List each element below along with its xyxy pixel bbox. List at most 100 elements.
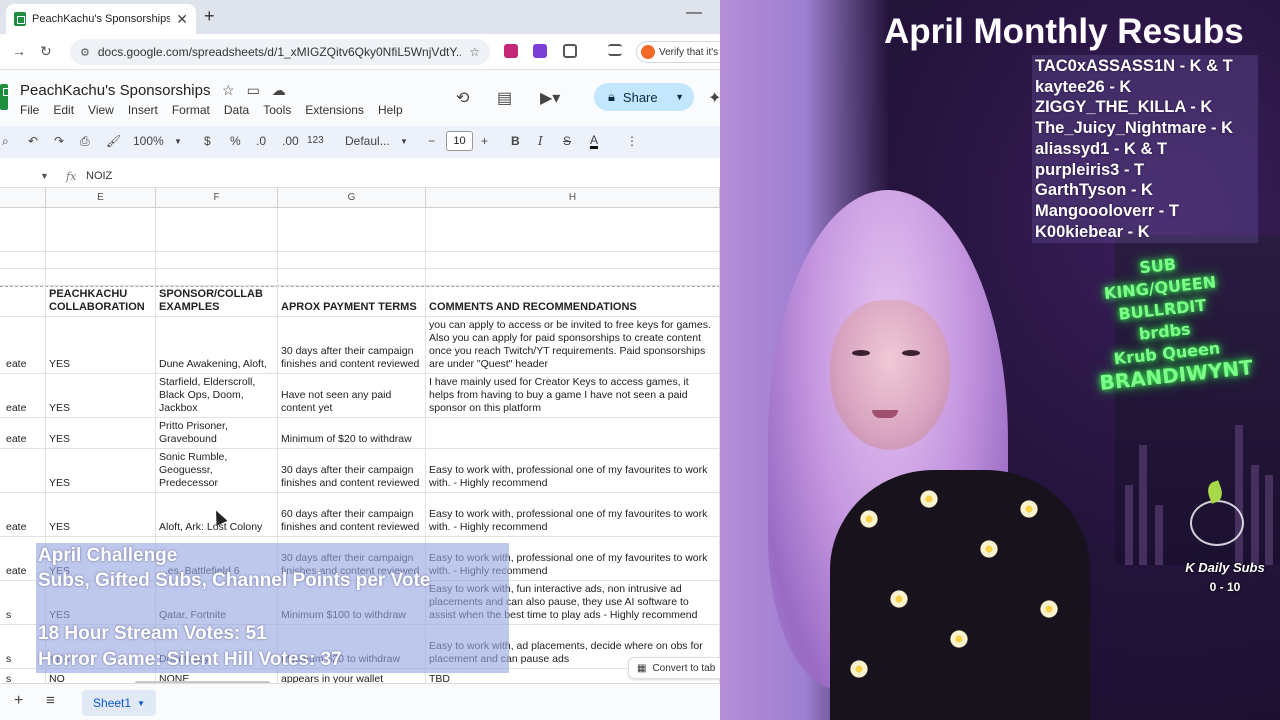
minimize-icon[interactable]: — <box>686 4 702 22</box>
table-cell-g[interactable]: 30 days after their campaign finishes an… <box>278 449 426 492</box>
header-cell[interactable]: COMMENTS AND RECOMMENDATIONS <box>426 286 720 316</box>
table-cell-e[interactable]: YES <box>46 317 156 373</box>
add-sheet-icon[interactable]: + <box>14 692 23 710</box>
font-size-input[interactable]: 10 <box>446 131 473 151</box>
doc-title[interactable]: PeachKachu's Sponsorships <box>20 82 210 99</box>
italic-icon[interactable]: I <box>538 134 543 148</box>
column-header-h[interactable]: H <box>426 188 720 208</box>
chevron-down-icon[interactable]: ▼ <box>40 171 49 181</box>
share-button[interactable]: 🔒︎ Share ▼ <box>594 83 694 111</box>
comments-icon[interactable]: ▤ <box>497 88 512 108</box>
all-sheets-icon[interactable]: ≡ <box>46 692 55 709</box>
menu-file[interactable]: File <box>20 103 39 117</box>
site-info-icon[interactable]: ⚙ <box>80 46 90 59</box>
omnibox[interactable]: ⚙ docs.google.com/spreadsheets/d/1_xMIGZ… <box>70 39 490 65</box>
new-tab-icon[interactable]: + <box>204 6 215 27</box>
bold-icon[interactable]: B <box>511 134 520 148</box>
chevron-down-icon[interactable]: ▼ <box>137 699 145 708</box>
row-cut-cell[interactable]: eate <box>0 418 46 448</box>
table-cell-g[interactable]: Have not seen any paid content yet <box>278 374 426 417</box>
header-cell[interactable]: SPONSOR/COLLAB EXAMPLES <box>156 286 278 316</box>
resub-entry: The_Juicy_Nightmare - K <box>1035 119 1234 138</box>
row-header-corner[interactable] <box>0 188 46 208</box>
redo-icon[interactable]: ↷ <box>54 134 64 148</box>
header-cell[interactable]: APROX PAYMENT TERMS <box>278 286 426 316</box>
row-cut-cell[interactable]: eate <box>0 374 46 417</box>
more-options-icon[interactable]: ⋮ <box>626 134 638 148</box>
decrease-decimal-button[interactable]: .0 <box>256 134 266 148</box>
sheets-logo-icon[interactable] <box>0 84 11 110</box>
meet-icon[interactable]: ▶▾ <box>540 88 560 108</box>
table-cell-h[interactable]: you can apply to access or be invited to… <box>426 317 720 373</box>
column-header-g[interactable]: G <box>278 188 426 208</box>
chevron-down-icon[interactable]: ▼ <box>675 92 684 102</box>
tab-close-icon[interactable]: ✕ <box>176 11 188 28</box>
table-cell-e[interactable]: YES <box>46 449 156 492</box>
menu-edit[interactable]: Edit <box>53 103 74 117</box>
table-cell-f[interactable]: Pritto Prisoner, Gravebound <box>156 418 278 448</box>
decrease-font-icon[interactable]: − <box>428 134 435 148</box>
extension-icon[interactable] <box>504 44 518 58</box>
chevron-down-icon[interactable]: ▼ <box>400 137 408 146</box>
chevron-down-icon[interactable]: ▼ <box>174 137 182 146</box>
table-cell-g[interactable]: 60 days after their campaign finishes an… <box>278 493 426 536</box>
number-format-button[interactable]: 123 <box>307 135 324 146</box>
table-cell-h[interactable]: Easy to work with, professional one of m… <box>426 449 720 492</box>
menu-view[interactable]: View <box>88 103 114 117</box>
menu-help[interactable]: Help <box>378 103 403 117</box>
table-cell-h[interactable] <box>426 418 720 448</box>
table-cell-f[interactable]: Dune Awakening, Aloft, <box>156 317 278 373</box>
table-cell-f[interactable]: Starfield, Elderscroll, Black Ops, Doom,… <box>156 374 278 417</box>
menu-data[interactable]: Data <box>224 103 249 117</box>
menu-extensions[interactable]: Extensions <box>305 103 364 117</box>
browser-tab[interactable]: PeachKachu's Sponsorships - G ✕ <box>6 4 196 34</box>
paint-format-icon[interactable]: 🖌︎ <box>106 134 121 148</box>
row-cut-cell[interactable] <box>0 449 46 492</box>
convert-to-table-button[interactable]: ▦ Convert to tab <box>628 657 720 679</box>
star-icon[interactable]: ☆ <box>222 82 235 99</box>
print-icon[interactable]: ⎙ <box>80 134 90 149</box>
currency-button[interactable]: $ <box>204 134 211 148</box>
column-header-f[interactable]: F <box>156 188 278 208</box>
search-menus-icon[interactable]: ⌕ <box>2 134 9 149</box>
formula-input[interactable]: NOIZ <box>86 170 112 182</box>
sheet-tab[interactable]: Sheet1 ▼ <box>82 690 156 716</box>
text-color-icon[interactable]: A <box>590 134 599 149</box>
cloud-status-icon[interactable]: ☁ <box>272 82 286 99</box>
font-select[interactable]: Defaul... <box>345 134 390 148</box>
verify-chip[interactable]: Verify that it's <box>636 41 720 63</box>
table-cell-h[interactable]: Easy to work with, professional one of m… <box>426 493 720 536</box>
table-cell-g[interactable]: 30 days after their campaign finishes an… <box>278 317 426 373</box>
undo-icon[interactable]: ↶ <box>28 134 38 148</box>
row-cut-cell[interactable]: eate <box>0 493 46 536</box>
percent-button[interactable]: % <box>230 134 241 148</box>
bookmark-star-icon[interactable]: ☆ <box>469 45 480 59</box>
resub-entry: TAC0xASSASS1N - K & T <box>1035 57 1233 75</box>
reload-icon[interactable]: ↻ <box>40 43 52 60</box>
table-cell-e[interactable]: YES <box>46 493 156 536</box>
table-cell-e[interactable]: YES <box>46 374 156 417</box>
strikethrough-icon[interactable]: S <box>563 134 571 148</box>
header-cell[interactable]: PEACHKACHU COLLABORATION <box>46 286 156 316</box>
column-header-e[interactable]: E <box>46 188 156 208</box>
row-cut-cell[interactable]: eate <box>0 317 46 373</box>
table-cell-g[interactable]: Minimum of $20 to withdraw <box>278 418 426 448</box>
forward-icon[interactable]: → <box>12 43 26 59</box>
gemini-icon[interactable]: ✦ <box>708 88 720 108</box>
table-cell-f[interactable]: Sonic Rumble, Geoguessr, Predecessor <box>156 449 278 492</box>
table-cell-h[interactable]: I have mainly used for Creator Keys to a… <box>426 374 720 417</box>
url-text: docs.google.com/spreadsheets/d/1_xMIGZQi… <box>97 45 462 59</box>
media-icon[interactable] <box>608 44 622 56</box>
zoom-select[interactable]: 100% <box>133 134 164 148</box>
neon-sign: SUB KING/QUEEN BULLRDIT brdbs Krub Queen… <box>1087 248 1253 422</box>
menu-format[interactable]: Format <box>172 103 210 117</box>
increase-font-icon[interactable]: + <box>481 134 488 148</box>
menu-insert[interactable]: Insert <box>128 103 158 117</box>
extension-icon[interactable] <box>533 44 547 58</box>
menu-tools[interactable]: Tools <box>263 103 291 117</box>
increase-decimal-button[interactable]: .00 <box>282 134 299 148</box>
move-folder-icon[interactable]: ▭ <box>247 82 260 99</box>
table-cell-e[interactable]: YES <box>46 418 156 448</box>
history-icon[interactable]: ⟲ <box>456 88 469 108</box>
extensions-puzzle-icon[interactable] <box>563 44 577 58</box>
